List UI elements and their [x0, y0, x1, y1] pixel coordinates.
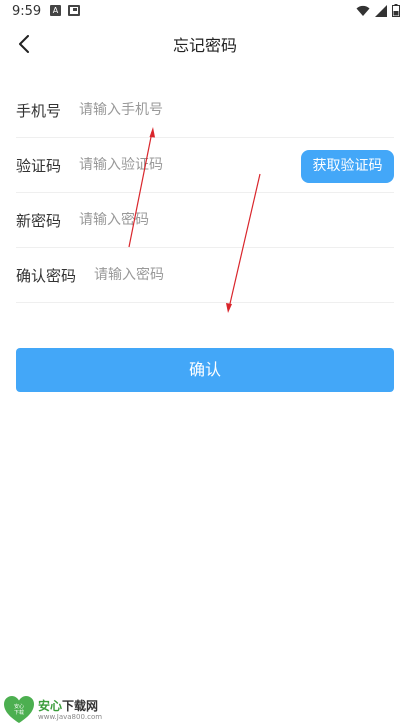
confirm-button[interactable]: 确认	[16, 348, 394, 392]
phone-label: 手机号	[16, 101, 62, 120]
confirm-password-row: 确认密码	[16, 248, 394, 303]
get-code-button[interactable]: 获取验证码	[301, 150, 394, 183]
watermark-text: 安心下载网 www.Java800.com	[38, 699, 102, 722]
status-bar: 9:59 A	[0, 0, 410, 24]
phone-row: 手机号	[16, 83, 394, 138]
reset-password-form: 手机号 验证码 获取验证码 新密码 确认密码	[16, 83, 394, 303]
watermark: 安心 下载 安心下载网 www.Java800.com	[4, 696, 102, 724]
watermark-url: www.Java800.com	[38, 712, 103, 721]
watermark-title-green: 安心	[38, 698, 63, 713]
watermark-heart-logo-icon: 安心 下载	[4, 696, 34, 723]
a-badge-icon: A	[50, 5, 61, 16]
page-title: 忘记密码	[172, 36, 237, 55]
watermark-logo-text-top: 安心	[14, 703, 24, 710]
confirm-password-input[interactable]	[94, 267, 394, 283]
phone-input[interactable]	[79, 102, 394, 118]
signal-icon	[375, 4, 387, 17]
watermark-title: 安心下载网	[38, 699, 102, 713]
confirm-password-label: 确认密码	[16, 266, 77, 285]
status-icons	[356, 4, 400, 17]
new-password-label: 新密码	[16, 211, 62, 230]
watermark-logo-text-bottom: 下载	[14, 709, 24, 716]
code-row: 验证码 获取验证码	[16, 138, 394, 193]
new-password-input[interactable]	[79, 212, 394, 228]
annotation-arrowhead-down	[226, 303, 232, 313]
status-time: 9:59	[12, 4, 42, 19]
header: 忘记密码	[0, 24, 410, 64]
notification-card-icon	[68, 5, 80, 16]
watermark-title-dark: 下载网	[62, 698, 99, 713]
new-password-row: 新密码	[16, 193, 394, 248]
wifi-icon	[356, 5, 370, 16]
battery-icon	[392, 4, 400, 17]
code-label: 验证码	[16, 156, 62, 175]
